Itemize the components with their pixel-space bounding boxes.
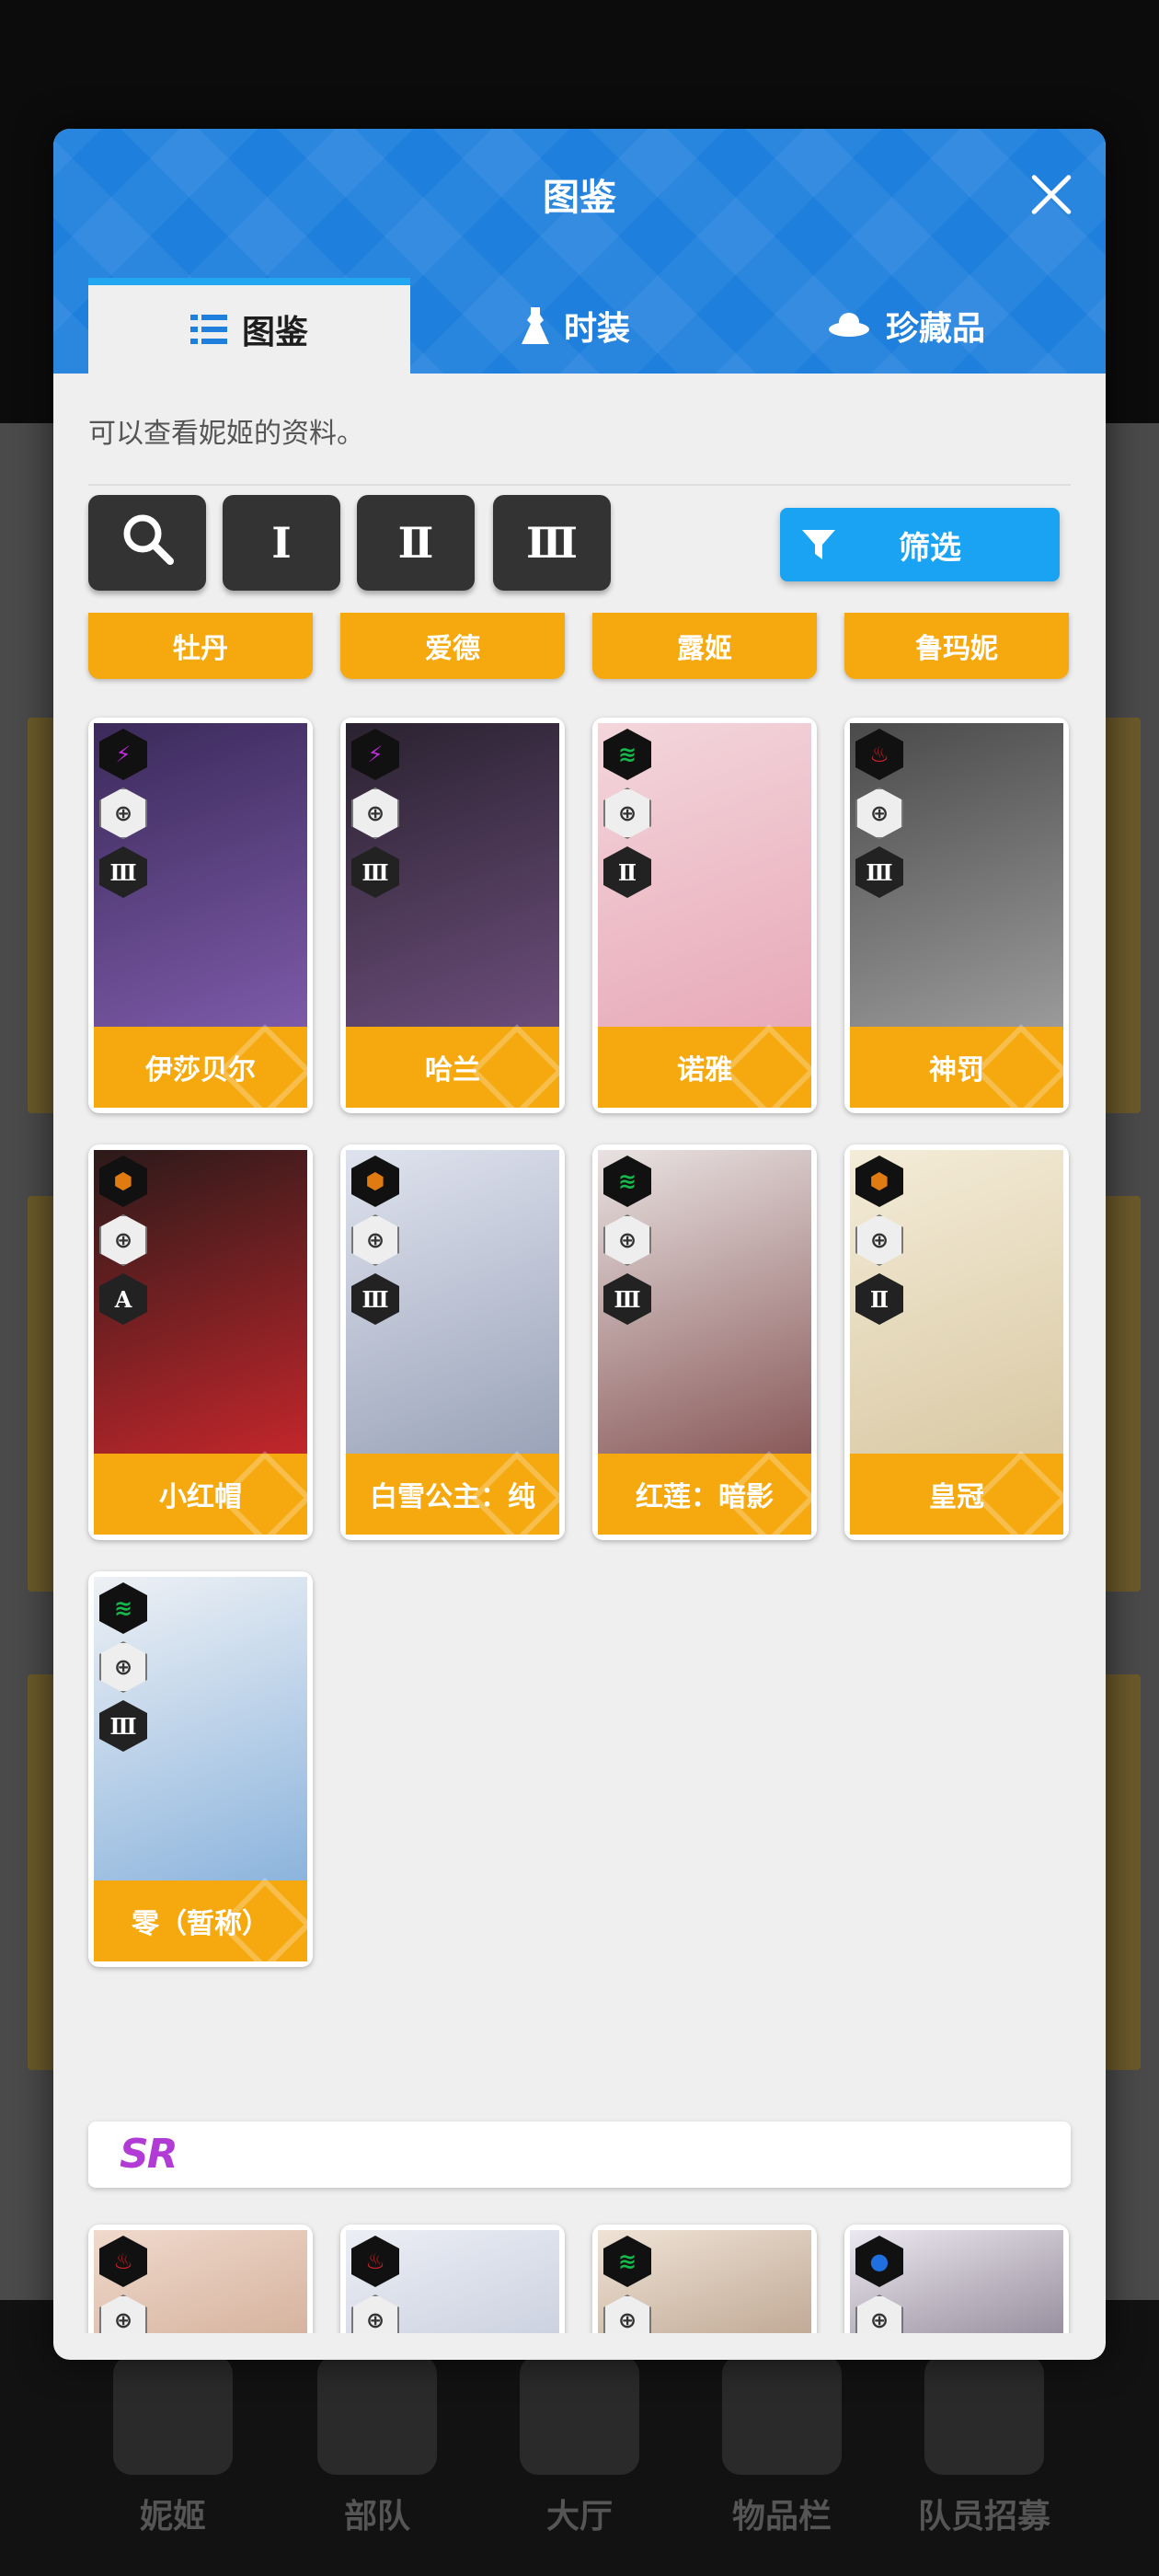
nav-item-squad: 部队: [285, 2355, 469, 2537]
name-bar: 伊莎贝尔: [94, 1027, 307, 1108]
filter-label: 筛选: [899, 529, 961, 567]
treasure-icon: [827, 311, 871, 340]
character-card[interactable]: ●⊕Ⅲ: [844, 2225, 1069, 2333]
character-name: 牡丹: [173, 633, 228, 665]
search-icon: [120, 512, 174, 575]
name-bar: 零（暂称）: [94, 1880, 307, 1961]
nav-label: 部队: [343, 2498, 410, 2536]
search-button[interactable]: [88, 495, 206, 591]
inventory-icon: [722, 2355, 842, 2475]
character-card[interactable]: ⬢ ⊕ Ⅱ 皇冠: [844, 1144, 1069, 1540]
character-card-partial[interactable]: 爱德: [340, 613, 565, 679]
lobby-icon: [520, 2355, 639, 2475]
nav-label: 队员招募: [917, 2498, 1050, 2536]
character-card[interactable]: ≋⊕Ⅱ: [592, 2225, 817, 2333]
character-name: 红莲：暗影: [636, 1481, 774, 1513]
tab-label: 时装: [563, 310, 630, 348]
name-bar: 神罚: [850, 1027, 1063, 1108]
tab-treasure[interactable]: 珍藏品: [741, 278, 1071, 374]
nav-item-nikke: 妮姬: [81, 2355, 265, 2537]
burst-1-filter-button[interactable]: Ⅰ: [223, 495, 340, 591]
modal-header: 图鉴 图鉴 时装 珍藏品: [53, 129, 1106, 374]
tab-label: 珍藏品: [885, 310, 985, 348]
nav-label: 物品栏: [731, 2498, 832, 2536]
character-name: 鲁玛妮: [915, 633, 998, 665]
character-card[interactable]: ♨⊕Ⅰ: [340, 2225, 565, 2333]
character-name: 皇冠: [929, 1481, 984, 1513]
background-card: [1104, 718, 1141, 1113]
character-card[interactable]: ≋ ⊕ Ⅲ 红莲：暗影: [592, 1144, 817, 1540]
nav-item-recruit: 队员招募: [892, 2355, 1076, 2537]
nav-item-inventory: 物品栏: [690, 2355, 874, 2537]
description-text: 可以查看妮姬的资料。: [88, 418, 364, 450]
squad-icon: [317, 2355, 437, 2475]
list-icon: [189, 315, 227, 344]
character-card[interactable]: ≋ ⊕ Ⅱ 诺雅: [592, 718, 817, 1113]
divider: [88, 484, 1071, 486]
name-bar: 小红帽: [94, 1454, 307, 1535]
burst-2-label: Ⅱ: [397, 518, 434, 568]
character-name: 零（暂称）: [132, 1908, 270, 1940]
character-card-partial[interactable]: 牡丹: [88, 613, 313, 679]
nikke-icon: [113, 2355, 233, 2475]
character-card[interactable]: ≋ ⊕ Ⅲ 零（暂称）: [88, 1571, 313, 1967]
character-name: 伊莎贝尔: [145, 1054, 256, 1087]
nav-item-lobby: 大厅: [488, 2355, 671, 2537]
character-card-partial[interactable]: 露姬: [592, 613, 817, 679]
codex-modal: 图鉴 图鉴 时装 珍藏品 可以查看妮姬的资料。 Ⅰ Ⅱ Ⅲ 筛选 牡丹 爱德 露…: [53, 129, 1106, 2360]
character-name: 露姬: [677, 633, 732, 665]
burst-3-label: Ⅲ: [525, 518, 579, 568]
recruit-icon: [924, 2355, 1044, 2475]
character-name: 小红帽: [159, 1481, 242, 1513]
sr-section-header: SR: [88, 2122, 1071, 2188]
character-name: 神罚: [929, 1054, 984, 1087]
name-bar: 哈兰: [346, 1027, 559, 1108]
character-card[interactable]: ♨ ⊕ Ⅲ 神罚: [844, 718, 1069, 1113]
filter-button[interactable]: 筛选: [780, 508, 1060, 581]
name-bar: 皇冠: [850, 1454, 1063, 1535]
background-card: [1104, 1674, 1141, 2070]
burst-2-filter-button[interactable]: Ⅱ: [357, 495, 475, 591]
sr-rarity-badge: SR: [120, 2131, 178, 2178]
character-list[interactable]: 牡丹 爱德 露姬 鲁玛妮 SR ⚡ ⊕ Ⅲ 伊莎贝尔 ⚡ ⊕ Ⅲ 哈兰 ≋ ⊕ Ⅱ 诺雅 ♨ ⊕ Ⅲ 神罚 ⬢ ⊕…: [53, 613, 1106, 2333]
character-name: 诺雅: [677, 1054, 732, 1087]
modal-title: 图鉴: [543, 177, 616, 219]
burst-1-label: Ⅰ: [271, 518, 292, 568]
name-bar: 白雪公主：纯: [346, 1454, 559, 1535]
character-card[interactable]: ♨⊕Ⅲ: [88, 2225, 313, 2333]
character-card[interactable]: ⬢ ⊕ A 小红帽: [88, 1144, 313, 1540]
character-name: 哈兰: [425, 1054, 480, 1087]
character-card[interactable]: ⚡ ⊕ Ⅲ 哈兰: [340, 718, 565, 1113]
nav-label: 妮姬: [139, 2498, 206, 2536]
character-name: 白雪公主：纯: [370, 1481, 535, 1513]
tab-bar: 图鉴 时装 珍藏品: [88, 278, 1071, 374]
tab-costume[interactable]: 时装: [419, 278, 732, 374]
character-card[interactable]: ⚡ ⊕ Ⅲ 伊莎贝尔: [88, 718, 313, 1113]
name-bar: 诺雅: [598, 1027, 811, 1108]
name-bar: 红莲：暗影: [598, 1454, 811, 1535]
close-button[interactable]: [1021, 166, 1080, 224]
character-name: 爱德: [425, 633, 480, 665]
background-card: [1104, 1196, 1141, 1592]
funnel-icon: [800, 526, 837, 563]
nav-label: 大厅: [545, 2498, 613, 2536]
character-card[interactable]: ⬢ ⊕ Ⅲ 白雪公主：纯: [340, 1144, 565, 1540]
tab-codex[interactable]: 图鉴: [88, 278, 410, 374]
tab-label: 图鉴: [241, 314, 308, 351]
dress-icon: [521, 307, 549, 344]
burst-3-filter-button[interactable]: Ⅲ: [493, 495, 611, 591]
character-card-partial[interactable]: 鲁玛妮: [844, 613, 1069, 679]
